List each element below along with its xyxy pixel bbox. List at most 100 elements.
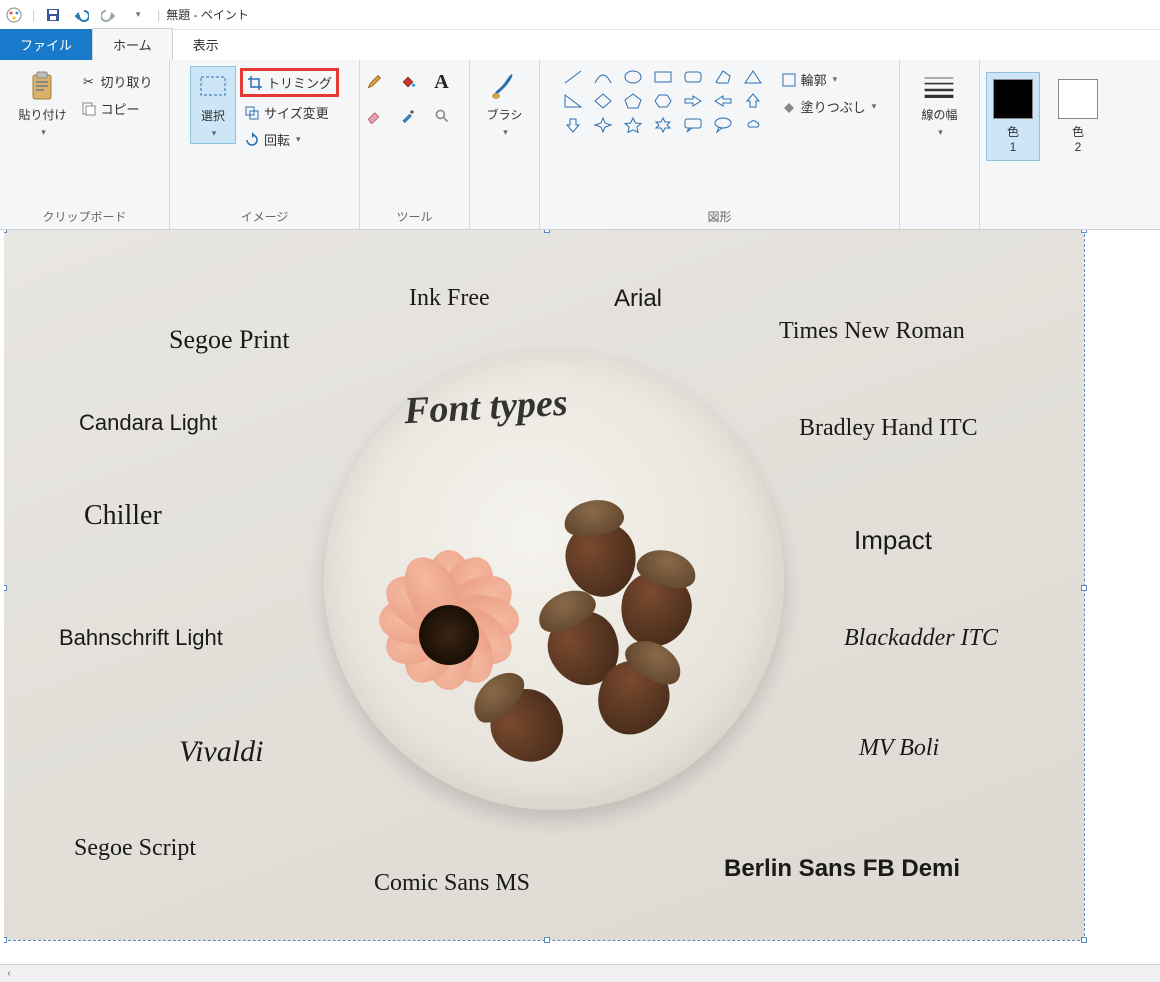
shape-callout-oval[interactable] [709, 114, 737, 136]
handle-w[interactable] [4, 585, 7, 591]
text-inkfree: Ink Free [409, 285, 490, 312]
ribbon-tabs: ファイル ホーム 表示 [0, 30, 1160, 60]
shape-callout-cloud[interactable] [739, 114, 767, 136]
resize-icon [244, 105, 260, 121]
shape-oval[interactable] [619, 66, 647, 88]
paste-button[interactable]: 貼り付け [12, 66, 72, 142]
redo-icon[interactable] [97, 3, 121, 27]
select-button[interactable]: 選択 [190, 66, 236, 144]
linewidth-label: 線の幅 [921, 106, 957, 123]
separator: | [157, 8, 160, 22]
cut-button[interactable]: ✂ 切り取り [77, 70, 157, 93]
handle-sw[interactable] [4, 937, 7, 943]
resize-button[interactable]: サイズ変更 [240, 101, 339, 124]
save-icon[interactable] [41, 3, 65, 27]
text-blackadder: Blackadder ITC [844, 625, 998, 652]
shape-arrow-u[interactable] [739, 90, 767, 112]
eyedropper-icon[interactable] [400, 108, 416, 124]
tab-view[interactable]: 表示 [173, 29, 239, 60]
color2-swatch [1058, 79, 1098, 119]
eraser-icon[interactable] [366, 108, 382, 124]
handle-s[interactable] [544, 937, 550, 943]
handle-ne[interactable] [1081, 230, 1087, 233]
copy-icon [81, 101, 97, 117]
rotate-button[interactable]: 回転 [240, 128, 339, 151]
rotate-label: 回転 [264, 130, 290, 149]
undo-icon[interactable] [69, 3, 93, 27]
clipboard-icon [26, 70, 58, 102]
brushes-button[interactable]: ブラシ [481, 66, 529, 142]
shape-arrow-l[interactable] [709, 90, 737, 112]
paste-label: 貼り付け [18, 106, 66, 123]
copy-button[interactable]: コピー [77, 97, 157, 120]
shape-5star[interactable] [619, 114, 647, 136]
color2-label: 色 2 [1072, 123, 1084, 154]
color1-label: 色 1 [1007, 123, 1019, 154]
canvas[interactable]: Font types Ink Free Arial Times New Roma… [4, 230, 1084, 940]
group-colors: 色 1 色 2 [980, 60, 1110, 229]
text-bradley: Bradley Hand ITC [799, 415, 978, 442]
color1-button[interactable]: 色 1 [986, 72, 1040, 161]
outline-button[interactable]: 輪郭 [777, 68, 881, 91]
bucket-icon[interactable] [400, 74, 416, 90]
text-impact: Impact [854, 525, 932, 556]
fill-button[interactable]: 塗りつぶし [777, 95, 881, 118]
handle-nw[interactable] [4, 230, 7, 233]
fill-icon [781, 99, 797, 115]
text-icon[interactable]: A [434, 74, 450, 90]
shape-hexagon[interactable] [649, 90, 677, 112]
shape-rect[interactable] [649, 66, 677, 88]
rotate-icon [244, 132, 260, 148]
color2-button[interactable]: 色 2 [1052, 75, 1104, 158]
shape-arrow-r[interactable] [679, 90, 707, 112]
horizontal-scrollbar[interactable]: ‹ [0, 964, 1160, 982]
shapes-gallery[interactable] [559, 66, 767, 136]
group-brushes-spacer [478, 207, 531, 227]
handle-se[interactable] [1081, 937, 1087, 943]
outline-icon [781, 72, 797, 88]
group-shapes: 輪郭 塗りつぶし 図形 [540, 60, 900, 229]
text-comic: Comic Sans MS [374, 870, 530, 897]
shape-line[interactable] [559, 66, 587, 88]
tab-home[interactable]: ホーム [92, 28, 173, 60]
qat-customize-icon[interactable] [125, 3, 149, 27]
shape-4star[interactable] [589, 114, 617, 136]
group-image: 選択 トリミング サイズ変更 回転 イメージ [170, 60, 360, 229]
shape-polygon[interactable] [709, 66, 737, 88]
separator: | [32, 8, 35, 22]
group-tools-label: ツール [368, 204, 461, 227]
crop-button[interactable]: トリミング [240, 68, 339, 97]
shape-rtriangle[interactable] [559, 90, 587, 112]
group-shapes-label: 図形 [548, 204, 891, 227]
shape-pentagon[interactable] [619, 90, 647, 112]
scroll-left-icon[interactable]: ‹ [0, 968, 18, 979]
shape-diamond[interactable] [589, 90, 617, 112]
shape-arrow-d[interactable] [559, 114, 587, 136]
text-chiller: Chiller [84, 500, 162, 532]
crop-label: トリミング [267, 73, 332, 92]
canvas-area: Font types Ink Free Arial Times New Roma… [4, 230, 1156, 960]
text-segoescript: Segoe Script [74, 835, 196, 862]
text-arial: Arial [614, 285, 662, 313]
group-clipboard-label: クリップボード [8, 204, 161, 227]
title-bar: | | 無題 - ペイント [0, 0, 1160, 30]
linewidth-button[interactable]: 線の幅 [915, 66, 963, 142]
magnifier-icon[interactable] [434, 108, 450, 124]
fill-label: 塗りつぶし [801, 97, 866, 116]
shape-roundrect[interactable] [679, 66, 707, 88]
text-segoeprint: Segoe Print [169, 325, 290, 355]
pencil-icon[interactable] [366, 74, 382, 90]
shape-triangle[interactable] [739, 66, 767, 88]
shape-callout-rect[interactable] [679, 114, 707, 136]
shape-curve[interactable] [589, 66, 617, 88]
ribbon: 貼り付け ✂ 切り取り コピー クリップボード 選択 [0, 60, 1160, 230]
resize-label: サイズ変更 [264, 103, 329, 122]
tab-file[interactable]: ファイル [0, 29, 92, 60]
text-vivaldi: Vivaldi [179, 735, 263, 769]
scissors-icon: ✂ [81, 74, 97, 90]
shape-6star[interactable] [649, 114, 677, 136]
window-title: 無題 - ペイント [166, 6, 249, 23]
handle-n[interactable] [544, 230, 550, 233]
handle-e[interactable] [1081, 585, 1087, 591]
color1-swatch [993, 79, 1033, 119]
